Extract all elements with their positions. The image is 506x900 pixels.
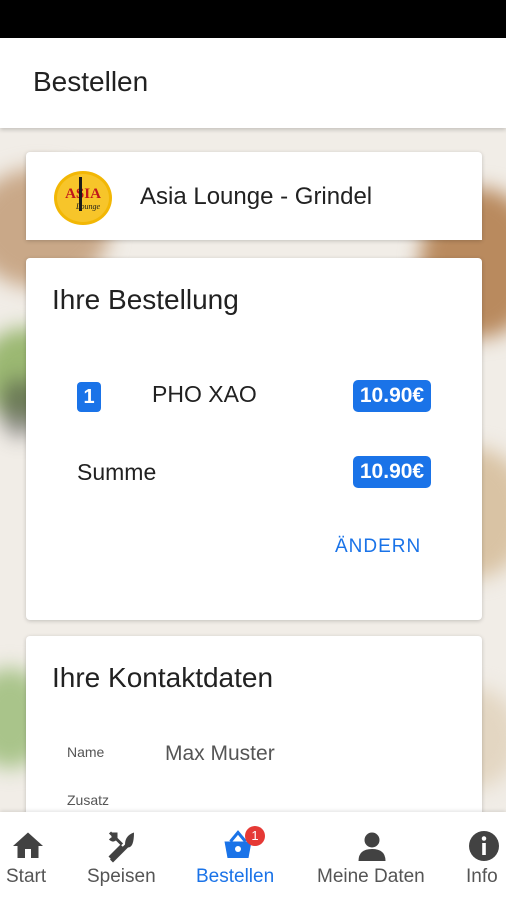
restaurant-card: ASIA Lounge Asia Lounge - Grindel — [26, 152, 482, 240]
nav-label-bestellen: Bestellen — [196, 866, 275, 887]
nav-label-speisen: Speisen — [87, 866, 156, 887]
restaurant-logo: ASIA Lounge — [54, 171, 112, 225]
nav-speisen[interactable]: Speisen — [82, 812, 162, 900]
change-order-button[interactable]: ÄNDERN — [335, 536, 421, 558]
nav-label-meine-daten: Meine Daten — [317, 866, 425, 887]
info-icon — [469, 831, 499, 861]
restaurant-name: Asia Lounge - Grindel — [140, 183, 373, 210]
nav-start[interactable]: Start — [0, 812, 56, 900]
order-item-name: PHO XAO — [152, 381, 257, 407]
order-item-price: 10.90€ — [353, 380, 431, 412]
name-field[interactable]: Max Muster — [165, 742, 275, 766]
person-icon — [358, 832, 386, 861]
cutlery-icon — [108, 831, 134, 863]
quantity-badge: 1 — [77, 382, 101, 412]
order-card: Ihre Bestellung 1 PHO XAO 10.90€ Summe 1… — [26, 258, 482, 620]
home-icon — [13, 832, 43, 858]
sum-label: Summe — [77, 459, 157, 485]
nav-bestellen[interactable]: Bestellen — [190, 812, 286, 900]
app-bar: Bestellen — [0, 38, 506, 128]
contact-title: Ihre Kontaktdaten — [52, 662, 274, 693]
svg-text:Lounge: Lounge — [75, 202, 100, 211]
zusatz-label: Zusatz — [67, 792, 110, 808]
sum-price: 10.90€ — [353, 456, 431, 488]
name-label: Name — [67, 744, 105, 760]
order-title: Ihre Bestellung — [52, 284, 239, 315]
contact-card: Ihre Kontaktdaten Name Max Muster Zusatz — [26, 636, 482, 826]
cart-count-badge: 1 — [245, 826, 265, 846]
status-bar — [0, 0, 506, 38]
nav-info[interactable]: Info — [460, 812, 506, 900]
page-title: Bestellen — [33, 66, 149, 97]
nav-label-info: Info — [466, 866, 498, 887]
svg-text:ASIA: ASIA — [65, 186, 101, 202]
nav-label-start: Start — [6, 866, 47, 887]
nav-meine-daten[interactable]: Meine Daten — [314, 812, 432, 900]
